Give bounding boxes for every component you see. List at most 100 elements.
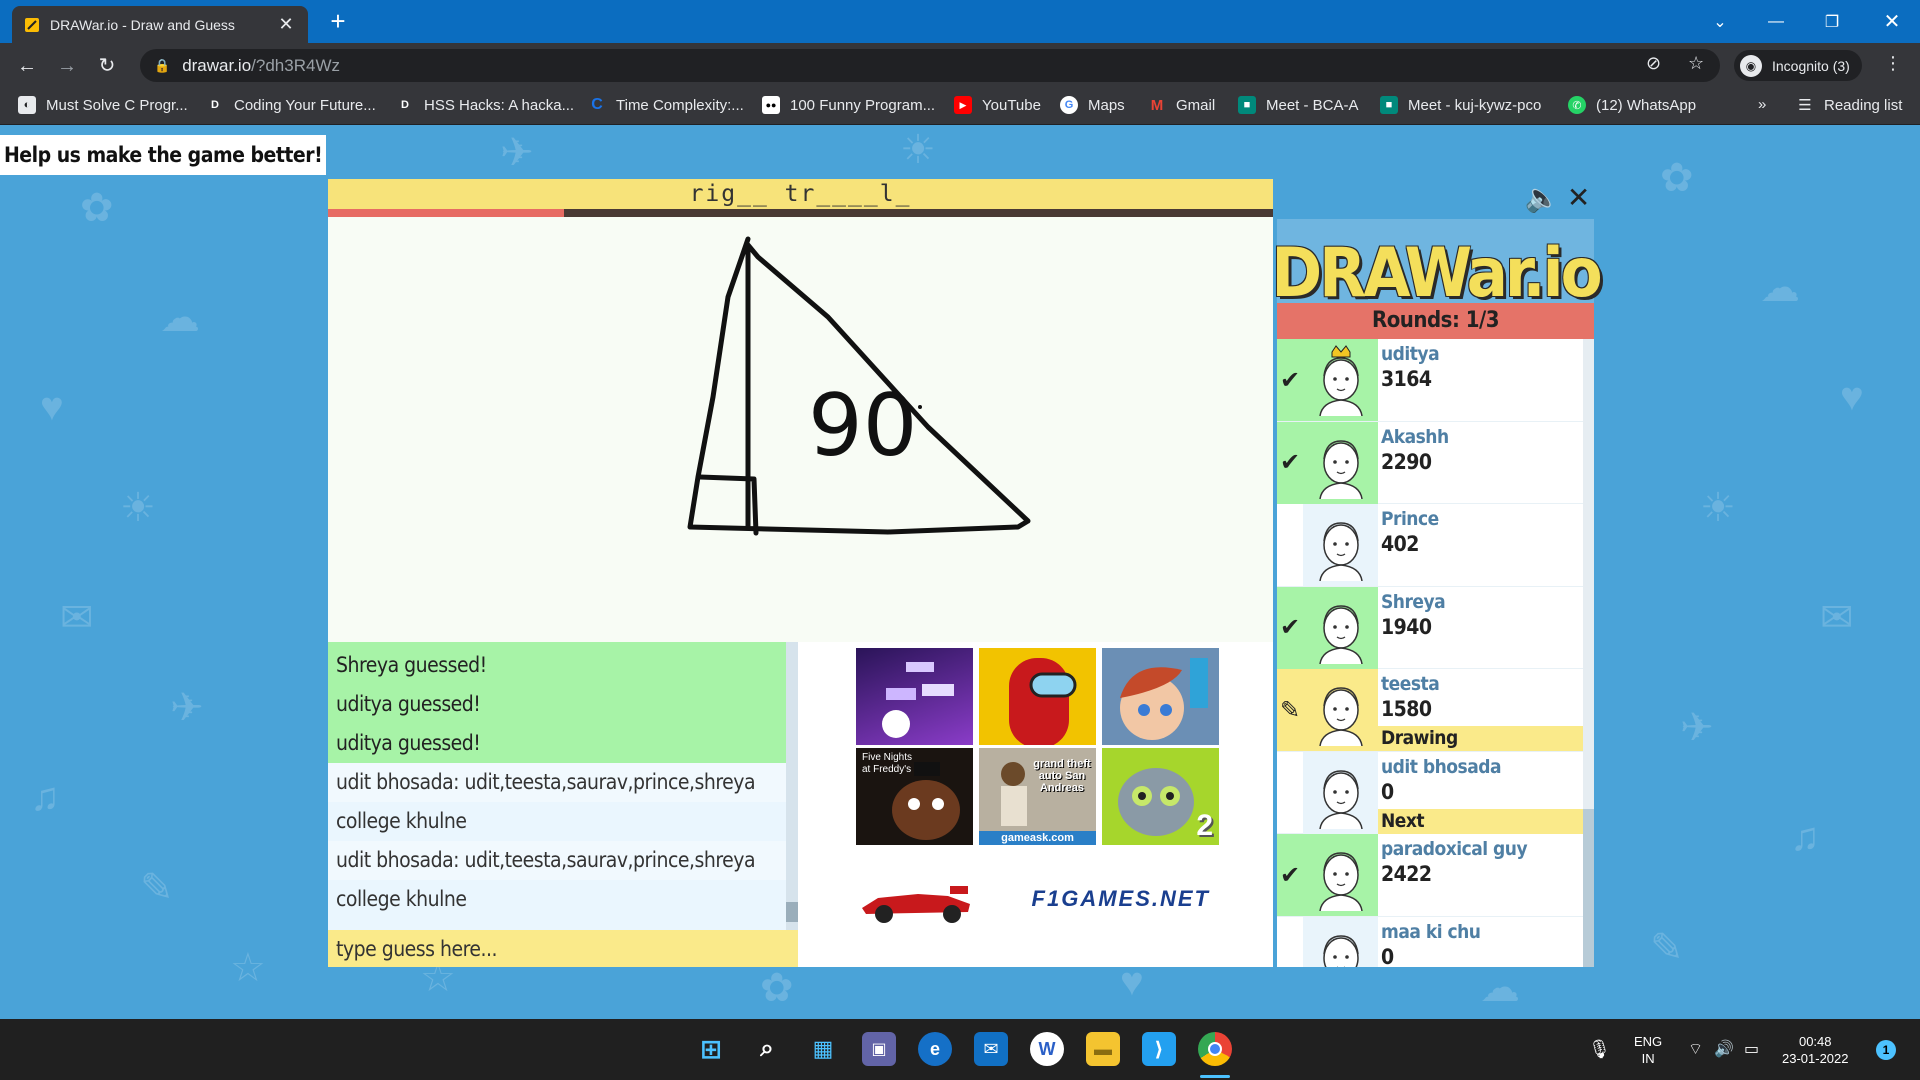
- player-score: 402: [1381, 532, 1419, 556]
- search-icon[interactable]: ⌕: [750, 1032, 784, 1066]
- mail-icon[interactable]: ✉: [974, 1032, 1008, 1066]
- language-indicator[interactable]: ENG IN: [1634, 1019, 1662, 1080]
- volume-icon[interactable]: 🔊: [1714, 1019, 1734, 1080]
- incognito-button[interactable]: ◉ Incognito (3): [1734, 50, 1862, 81]
- bookmark-label: Coding Your Future...: [234, 96, 376, 114]
- incognito-icon: ◉: [1740, 54, 1762, 77]
- bookmark-star-icon[interactable]: ☆: [1688, 53, 1704, 74]
- player-list-scrollbar[interactable]: [1583, 339, 1594, 967]
- lock-icon[interactable]: 🔒: [154, 58, 170, 74]
- player-avatar-icon: [1318, 852, 1363, 911]
- background-doodle-icon: ♫: [30, 775, 60, 819]
- ad-tiles-hop-game[interactable]: [856, 648, 973, 745]
- background-doodle-icon: ☁: [160, 296, 200, 340]
- bookmark-item[interactable]: ●● 100 Funny Program...: [762, 96, 935, 114]
- tab-search-icon[interactable]: ⌄: [1692, 0, 1748, 43]
- ad-hair-salon-game[interactable]: [1102, 648, 1219, 745]
- ad-talking-tom-game[interactable]: 2: [1102, 748, 1219, 845]
- clock-date: 23-01-2022: [1782, 1050, 1849, 1066]
- player-row[interactable]: ✔ paradoxical guy 2422: [1277, 834, 1583, 917]
- clock[interactable]: 00:48 23-01-2022: [1782, 1019, 1849, 1080]
- player-avatar: [1303, 421, 1378, 504]
- tracking-blocked-icon[interactable]: ⊘: [1646, 53, 1661, 74]
- help-feedback-banner[interactable]: Help us make the game better!: [0, 135, 327, 175]
- bookmark-item[interactable]: M Gmail: [1148, 96, 1215, 114]
- bookmark-item[interactable]: ■ Meet - BCA-A: [1238, 96, 1359, 114]
- chat-list: Shreya guessed! uditya guessed! uditya g…: [328, 646, 798, 919]
- reading-list-button[interactable]: ☰ Reading list: [1796, 96, 1902, 115]
- player-row[interactable]: ✔ uditya 3164: [1277, 339, 1583, 422]
- reload-button[interactable]: ↻: [92, 51, 122, 81]
- file-explorer-icon[interactable]: ▬: [1086, 1032, 1120, 1066]
- chat-message: college khulne: [328, 802, 798, 841]
- url-path: /?dh3R4Wz: [251, 55, 340, 75]
- bookmark-label: YouTube: [982, 96, 1041, 114]
- address-bar[interactable]: 🔒 drawar.io/?dh3R4Wz: [140, 49, 1720, 82]
- player-row[interactable]: ✔ Shreya 1940: [1277, 586, 1583, 669]
- f1-car-icon: [862, 886, 970, 923]
- restore-button[interactable]: ❐: [1804, 0, 1860, 43]
- drawing-canvas[interactable]: 90: [328, 217, 1273, 642]
- close-icon[interactable]: ✕: [1567, 181, 1590, 214]
- ad-among-us-game[interactable]: [979, 648, 1096, 745]
- new-tab-button[interactable]: +: [324, 8, 352, 34]
- bookmark-item[interactable]: D HSS Hacks: A hacka...: [396, 96, 574, 114]
- back-button[interactable]: ←: [12, 51, 42, 81]
- word-icon[interactable]: W: [1030, 1032, 1064, 1066]
- tab-close-icon[interactable]: ✕: [276, 14, 296, 35]
- chat-message: uditya guessed!: [328, 724, 798, 763]
- player-row[interactable]: ✎ teesta 1580 Drawing: [1277, 669, 1583, 752]
- player-row[interactable]: Prince 402: [1277, 504, 1583, 587]
- guess-input[interactable]: [328, 930, 798, 967]
- notification-count-badge: 1: [1876, 1039, 1896, 1060]
- player-avatar-icon: [1318, 604, 1363, 664]
- ad-f1-games[interactable]: F1GAMES.NET: [850, 854, 1220, 944]
- minimize-button[interactable]: —: [1748, 0, 1804, 43]
- player-avatar: [1303, 339, 1378, 421]
- windows-start-icon[interactable]: ⊞: [694, 1032, 728, 1066]
- forward-button[interactable]: →: [52, 51, 82, 81]
- battery-icon[interactable]: ▭: [1744, 1019, 1759, 1080]
- checkmark-icon: ✔: [1277, 421, 1303, 504]
- background-doodle-icon: ✈: [500, 131, 534, 175]
- checkmark-icon: ✔: [1277, 339, 1303, 421]
- chat-scrollbar[interactable]: [786, 642, 798, 932]
- bookmark-item[interactable]: G Maps: [1060, 96, 1125, 114]
- bookmark-item[interactable]: ■ Meet - kuj-kywz-pco: [1380, 96, 1541, 114]
- player-row[interactable]: maa ki chu 0: [1277, 916, 1583, 967]
- task-view-icon[interactable]: ▦: [806, 1032, 840, 1066]
- wifi-icon[interactable]: ⌔: [1688, 1019, 1703, 1080]
- browser-tab[interactable]: DRAWar.io - Draw and Guess ✕: [12, 6, 308, 43]
- chat-panel: Shreya guessed! uditya guessed! uditya g…: [328, 642, 798, 967]
- bookmark-item[interactable]: ◐ Must Solve C Progr...: [18, 96, 188, 114]
- player-name: Shreya: [1381, 590, 1446, 613]
- player-avatar-icon: [1318, 522, 1363, 581]
- player-row[interactable]: ✔ Akashh 2290: [1277, 421, 1583, 504]
- menu-kebab-icon[interactable]: ⋮: [1884, 53, 1902, 74]
- ad-fnaf-game[interactable]: Five Nights at Freddy's: [856, 748, 973, 845]
- player-list-scroll-thumb[interactable]: [1583, 339, 1594, 809]
- background-doodle-icon: ✉: [1820, 596, 1854, 640]
- bookmark-item[interactable]: D Coding Your Future...: [206, 96, 376, 114]
- gta-thumbnail-icon: [1001, 762, 1027, 826]
- speaker-mute-icon[interactable]: 🔈: [1525, 181, 1560, 214]
- player-row[interactable]: udit bhosada 0 Next: [1277, 751, 1583, 834]
- ad-gta-game[interactable]: grand theft auto San Andreas gameask.com: [979, 748, 1096, 845]
- bookmark-item[interactable]: C Time Complexity:...: [588, 96, 744, 114]
- hair-salon-thumbnail-icon: [1120, 658, 1208, 740]
- bookmark-item[interactable]: ▶ YouTube: [954, 96, 1041, 114]
- microphone-icon[interactable]: 🎙: [1588, 1019, 1611, 1080]
- active-app-indicator: [1200, 1075, 1230, 1078]
- bookmarks-more-button[interactable]: »: [1758, 96, 1766, 113]
- chrome-icon[interactable]: [1198, 1032, 1232, 1066]
- teams-chat-icon[interactable]: ▣: [862, 1032, 896, 1066]
- vscode-icon[interactable]: ⟩: [1142, 1032, 1176, 1066]
- edge-icon[interactable]: e: [918, 1032, 952, 1066]
- chat-message: udit bhosada: udit,teesta,saurav,prince,…: [328, 841, 798, 880]
- chat-scroll-thumb[interactable]: [786, 902, 798, 922]
- bookmark-item[interactable]: ✆ (12) WhatsApp: [1568, 96, 1696, 114]
- among-us-thumbnail-icon: [1009, 658, 1077, 745]
- status-empty: [1277, 752, 1303, 834]
- notification-center[interactable]: 1: [1876, 1019, 1896, 1080]
- close-window-button[interactable]: ✕: [1864, 0, 1920, 43]
